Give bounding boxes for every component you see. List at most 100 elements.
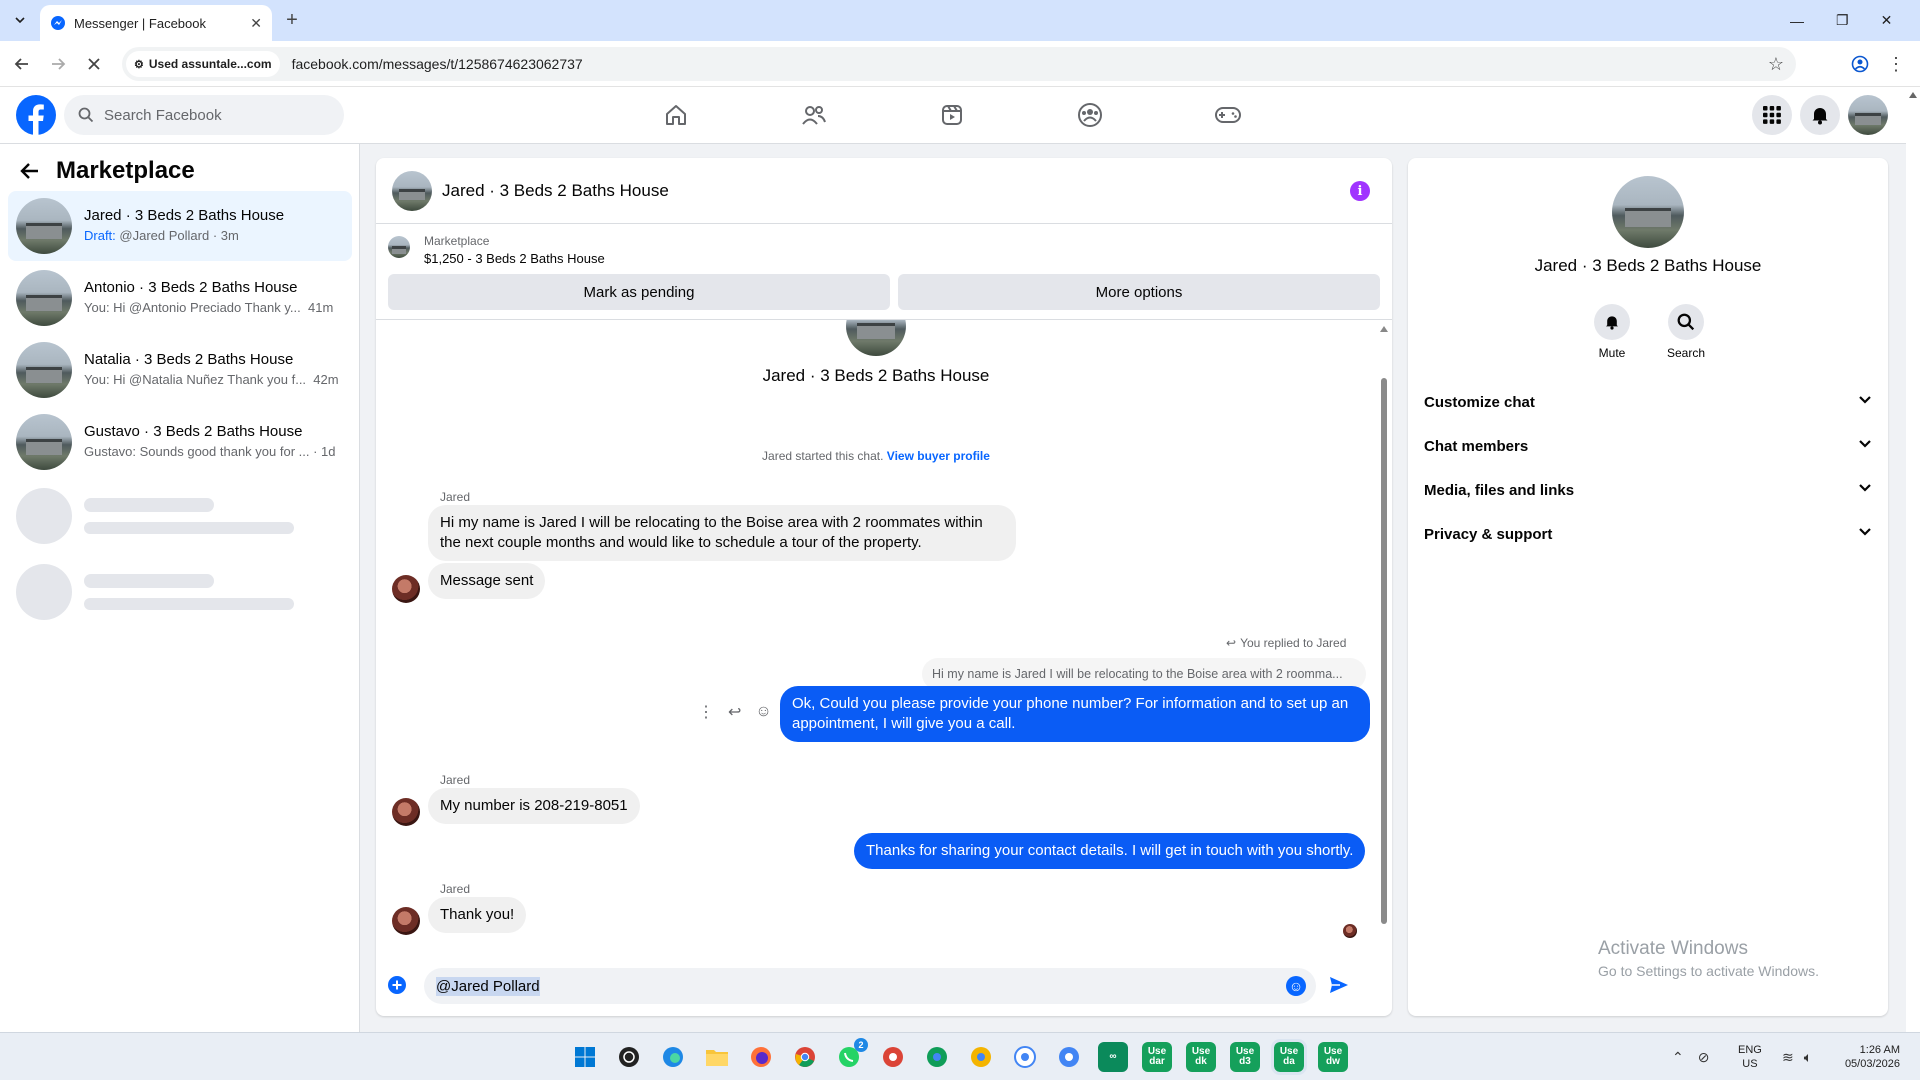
gaming-nav-icon[interactable] (1208, 95, 1248, 135)
chrome-profile-icon[interactable] (1010, 1042, 1040, 1072)
my-message-bubble[interactable]: Thanks for sharing your contact details.… (854, 833, 1366, 869)
message-list[interactable]: Jared · 3 Beds 2 Baths House Jared start… (376, 320, 1392, 940)
browser-tab-messenger[interactable]: Messenger | Facebook ✕ (40, 5, 272, 41)
conversation-preview: You: Hi @Natalia Nuñez Thank you f... (84, 372, 307, 387)
chrome-icon[interactable] (790, 1042, 820, 1072)
site-info-chip[interactable]: ⚙ Used assuntale...com (126, 51, 280, 77)
app-icon[interactable] (614, 1042, 644, 1072)
notifications-bell-icon[interactable] (1800, 95, 1840, 135)
use-app-icon[interactable]: Use dw (1318, 1042, 1348, 1072)
sender-avatar[interactable] (392, 575, 420, 603)
mark-as-pending-button[interactable]: Mark as pending (388, 274, 890, 310)
info-icon[interactable]: i (1350, 181, 1370, 201)
search-icon (1668, 304, 1704, 340)
forward-arrow-icon[interactable] (44, 50, 72, 78)
chrome-profile-icon[interactable] (1054, 1042, 1084, 1072)
facebook-search-input[interactable]: Search Facebook (64, 95, 344, 135)
back-arrow-icon[interactable] (8, 50, 36, 78)
reply-label: ↩ You replied to Jared (1226, 636, 1346, 650)
chat-header-title[interactable]: Jared · 3 Beds 2 Baths House (442, 181, 669, 201)
chat-panel: Jared · 3 Beds 2 Baths House i Marketpla… (376, 158, 1392, 1016)
browser-menu-icon[interactable]: ⋮ (1882, 50, 1910, 78)
my-message-bubble[interactable]: Ok, Could you please provide your phone … (780, 686, 1370, 742)
friends-nav-icon[interactable] (794, 95, 834, 135)
search-in-chat-button[interactable]: Search (1660, 304, 1712, 360)
menu-grid-icon[interactable] (1752, 95, 1792, 135)
new-tab-button[interactable]: + (278, 6, 306, 34)
volume-icon[interactable]: 🔈︎ (1804, 1049, 1812, 1066)
tab-search-icon[interactable] (6, 6, 34, 34)
restore-button[interactable]: ❐ (1836, 12, 1849, 29)
conversation-time: 41m (307, 300, 334, 315)
page-scrollbar[interactable] (1906, 88, 1920, 1032)
clock[interactable]: 1:26 AM 05/03/2026 (1836, 1043, 1900, 1071)
message-bubble[interactable]: My number is 208-219-8051 (428, 788, 640, 824)
privacy-support-row[interactable]: Privacy & support (1424, 512, 1872, 556)
stop-loading-icon[interactable] (80, 50, 108, 78)
minimize-button[interactable]: — (1790, 13, 1804, 29)
message-composer-input[interactable]: @Jared Pollard ☺ (424, 968, 1316, 1004)
loading-skeleton-row (16, 564, 294, 620)
chrome-profile-icon[interactable] (966, 1042, 996, 1072)
sender-avatar[interactable] (392, 907, 420, 935)
language-indicator[interactable]: ENG US (1738, 1043, 1762, 1071)
whatsapp-icon[interactable]: 2 (834, 1038, 868, 1072)
view-buyer-profile-link[interactable]: View buyer profile (887, 449, 990, 463)
chrome-profile-icon[interactable] (922, 1042, 952, 1072)
add-attachment-icon[interactable] (388, 976, 406, 994)
send-icon[interactable] (1328, 974, 1350, 1001)
facebook-logo-icon[interactable] (16, 95, 56, 140)
network-off-icon[interactable]: ⊘ (1698, 1049, 1710, 1066)
more-options-button[interactable]: More options (898, 274, 1380, 310)
wifi-icon[interactable]: ≋ (1782, 1049, 1794, 1066)
close-window-button[interactable]: ✕ (1881, 12, 1893, 29)
video-nav-icon[interactable] (932, 95, 972, 135)
groups-nav-icon[interactable] (1070, 95, 1110, 135)
more-actions-icon[interactable]: ⋮ (698, 702, 714, 722)
mute-button[interactable]: Mute (1592, 304, 1632, 360)
chat-header[interactable]: Jared · 3 Beds 2 Baths House i (376, 158, 1392, 224)
profile-icon[interactable] (1846, 50, 1874, 78)
use-app-icon[interactable]: Use dar (1142, 1042, 1172, 1072)
chat-members-row[interactable]: Chat members (1424, 424, 1872, 468)
conversation-gustavo[interactable]: Gustavo · 3 Beds 2 Baths House Gustavo: … (8, 407, 352, 477)
customize-chat-row[interactable]: Customize chat (1424, 380, 1872, 424)
listing-summary[interactable]: $1,250 - 3 Beds 2 Baths House (424, 251, 605, 266)
bookmark-star-icon[interactable]: ☆ (1768, 54, 1784, 75)
chat-avatar[interactable] (392, 170, 432, 211)
message-bubble[interactable]: Thank you! (428, 897, 527, 933)
loading-skeleton-row (16, 488, 294, 544)
chat-scrollbar[interactable] (1378, 326, 1390, 926)
edge-browser-icon[interactable] (658, 1042, 688, 1072)
firefox-icon[interactable] (746, 1042, 776, 1072)
media-files-links-row[interactable]: Media, files and links (1424, 468, 1872, 512)
search-placeholder: Search Facebook (104, 106, 222, 124)
conversation-natalia[interactable]: Natalia · 3 Beds 2 Baths House You: Hi @… (8, 335, 352, 405)
omnibox[interactable]: ⚙ Used assuntale...com facebook.com/mess… (122, 47, 1796, 81)
react-emoji-icon[interactable]: ☺ (755, 703, 771, 721)
marketplace-sidebar: Marketplace Jared · 3 Beds 2 Baths House… (0, 144, 360, 1032)
tab-close-icon[interactable]: ✕ (250, 15, 262, 32)
file-explorer-icon[interactable] (702, 1042, 732, 1072)
use-app-icon[interactable]: Use dk (1186, 1042, 1216, 1072)
home-nav-icon[interactable] (656, 95, 696, 135)
message-bubble[interactable]: Hi my name is Jared I will be relocating… (428, 505, 1016, 561)
use-app-icon[interactable]: Use da (1271, 1039, 1307, 1075)
back-arrow-icon[interactable] (20, 161, 40, 181)
emoji-icon[interactable]: ☺ (1286, 976, 1306, 996)
message-bubble[interactable]: Message sent (428, 563, 546, 599)
use-app-icon[interactable]: Use d3 (1230, 1042, 1260, 1072)
message-sender: Jared (440, 773, 471, 787)
section-label: Customize chat (1424, 393, 1535, 411)
account-avatar[interactable] (1848, 95, 1888, 135)
chat-info-avatar[interactable] (1612, 176, 1684, 248)
chrome-profile-icon[interactable] (878, 1042, 908, 1072)
chevron-up-icon[interactable]: ⌃ (1672, 1049, 1684, 1066)
conversation-antonio[interactable]: Antonio · 3 Beds 2 Baths House You: Hi @… (8, 263, 352, 333)
conversation-jared[interactable]: Jared · 3 Beds 2 Baths House Draft: @Jar… (8, 191, 352, 261)
reply-arrow-icon[interactable]: ↩ (728, 702, 741, 722)
url-text[interactable]: facebook.com/messages/t/1258674623062737 (292, 56, 1768, 72)
sender-avatar[interactable] (392, 798, 420, 826)
windows-start-icon[interactable] (570, 1042, 600, 1072)
app-icon[interactable]: ∞ (1098, 1042, 1128, 1072)
